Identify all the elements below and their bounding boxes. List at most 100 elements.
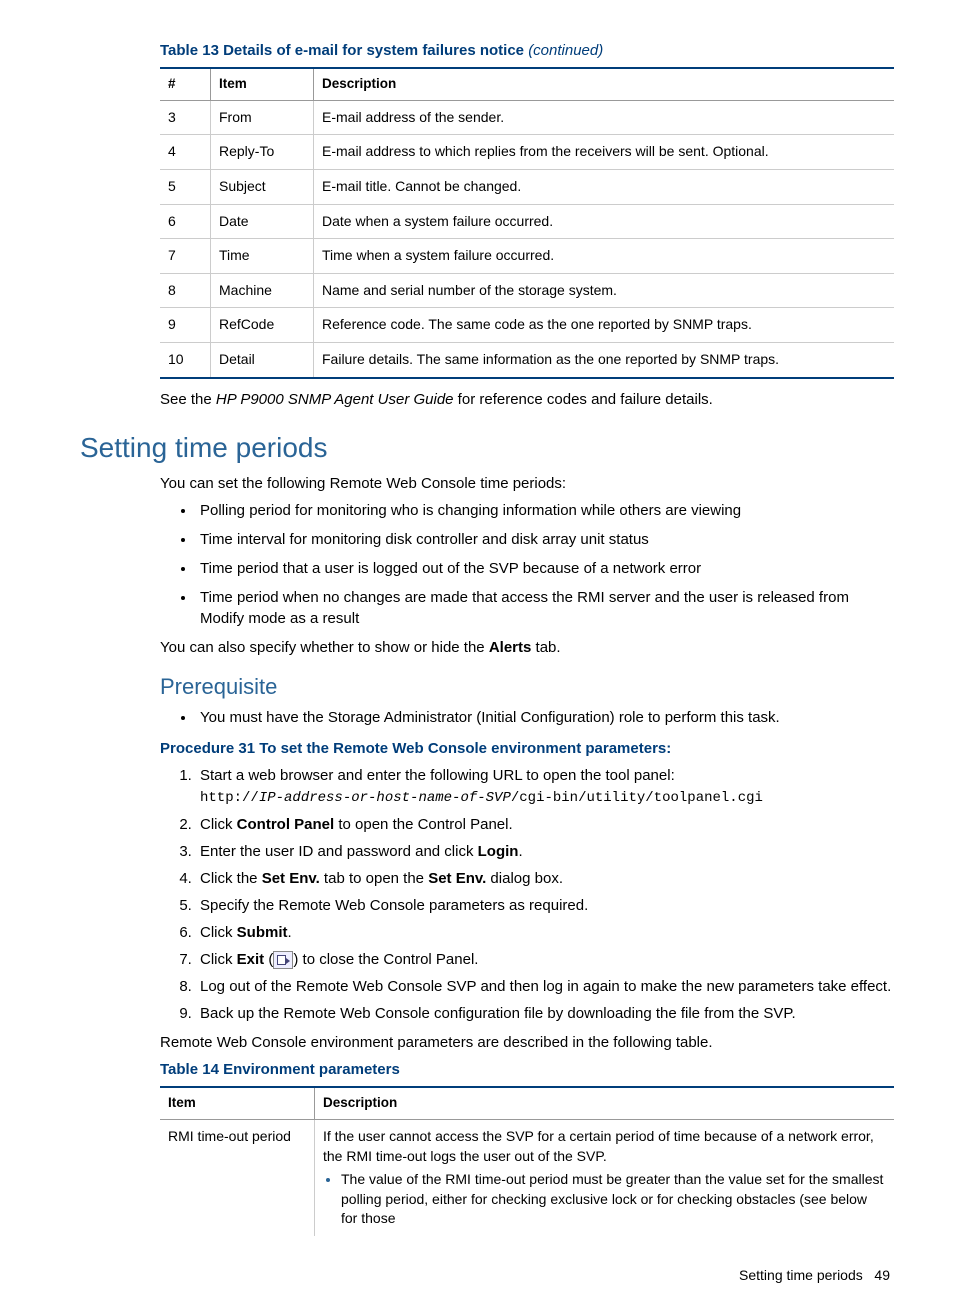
caption-text: Table 13 Details of e-mail for system fa…: [160, 42, 528, 59]
step: Log out of the Remote Web Console SVP an…: [196, 976, 894, 997]
cell: 10: [160, 343, 211, 378]
text: See the: [160, 391, 216, 408]
alerts-tab-label: Alerts: [489, 639, 532, 656]
text: Click: [200, 924, 237, 941]
list-item: The value of the RMI time-out period mus…: [341, 1170, 886, 1229]
text: tab.: [531, 639, 560, 656]
col-hash: #: [160, 68, 211, 100]
prereq-bullets: You must have the Storage Administrator …: [160, 707, 894, 728]
text: ) to close the Control Panel.: [293, 951, 478, 968]
page-number: 49: [874, 1267, 890, 1283]
cell: Name and serial number of the storage sy…: [314, 273, 895, 308]
table-row: 3FromE-mail address of the sender.: [160, 100, 894, 135]
cell: Date when a system failure occurred.: [314, 204, 895, 239]
cell: Detail: [211, 343, 314, 378]
list-item: Time period when no changes are made tha…: [196, 587, 894, 629]
guide-title: HP P9000 SNMP Agent User Guide: [216, 391, 454, 408]
cell: From: [211, 100, 314, 135]
set-env-label: Set Env.: [262, 870, 320, 887]
text: The value of the RMI time-out period mus…: [341, 1171, 883, 1226]
cell: Time: [211, 239, 314, 274]
table-row: 10DetailFailure details. The same inform…: [160, 343, 894, 378]
text: Click: [200, 816, 237, 833]
text: Click: [200, 951, 237, 968]
text: If the user cannot access the SVP for a …: [323, 1128, 874, 1164]
list-item: Polling period for monitoring who is cha…: [196, 500, 894, 521]
control-panel-label: Control Panel: [237, 816, 335, 833]
col-item: Item: [211, 68, 314, 100]
exit-icon: [273, 951, 293, 969]
table-row: 5SubjectE-mail title. Cannot be changed.: [160, 170, 894, 205]
table-row: 6DateDate when a system failure occurred…: [160, 204, 894, 239]
table-header-row: # Item Description: [160, 68, 894, 100]
cell: E-mail address to which replies from the…: [314, 135, 895, 170]
set-env-label: Set Env.: [428, 870, 486, 887]
exit-label: Exit: [237, 951, 265, 968]
table-row: RMI time-out period If the user cannot a…: [160, 1120, 894, 1236]
section-intro: You can set the following Remote Web Con…: [160, 473, 894, 494]
table13-after-text: See the HP P9000 SNMP Agent User Guide f…: [160, 389, 894, 410]
cell: 4: [160, 135, 211, 170]
footer-label: Setting time periods: [739, 1267, 863, 1283]
cell: Machine: [211, 273, 314, 308]
cell: E-mail address of the sender.: [314, 100, 895, 135]
cell: RMI time-out period: [160, 1120, 315, 1236]
table14: Item Description RMI time-out period If …: [160, 1086, 894, 1236]
text: tab to open the: [320, 870, 428, 887]
url: http://IP-address-or-host-name-of-SVP/cg…: [200, 790, 763, 806]
text: dialog box.: [486, 870, 563, 887]
procedure-steps: Start a web browser and enter the follow…: [160, 765, 894, 1025]
cell: Failure details. The same information as…: [314, 343, 895, 378]
caption-continued: (continued): [528, 42, 603, 59]
cell: Date: [211, 204, 314, 239]
cell: 9: [160, 308, 211, 343]
step: Click Submit.: [196, 922, 894, 943]
step: Click the Set Env. tab to open the Set E…: [196, 868, 894, 889]
procedure-title: Procedure 31 To set the Remote Web Conso…: [160, 738, 894, 759]
table13: # Item Description 3FromE-mail address o…: [160, 67, 894, 379]
section-bullets: Polling period for monitoring who is cha…: [160, 500, 894, 629]
table-row: 9RefCodeReference code. The same code as…: [160, 308, 894, 343]
url-var: IP-address-or-host-name-of-SVP: [259, 790, 511, 806]
col-desc: Description: [314, 68, 895, 100]
cell: 5: [160, 170, 211, 205]
text: (: [264, 951, 273, 968]
inner-bullets: The value of the RMI time-out period mus…: [323, 1170, 886, 1229]
cell: 6: [160, 204, 211, 239]
step: Start a web browser and enter the follow…: [196, 765, 894, 809]
text: You can also specify whether to show or …: [160, 639, 489, 656]
table-row: 8MachineName and serial number of the st…: [160, 273, 894, 308]
section-heading: Setting time periods: [80, 428, 894, 467]
text: Enter the user ID and password and click: [200, 843, 478, 860]
text: .: [288, 924, 292, 941]
table-header-row: Item Description: [160, 1087, 894, 1119]
login-label: Login: [478, 843, 519, 860]
procedure-after: Remote Web Console environment parameter…: [160, 1032, 894, 1053]
cell: Reply-To: [211, 135, 314, 170]
prereq-heading: Prerequisite: [160, 672, 894, 703]
cell: 3: [160, 100, 211, 135]
text: Click the: [200, 870, 262, 887]
text: Start a web browser and enter the follow…: [200, 767, 675, 784]
cell: E-mail title. Cannot be changed.: [314, 170, 895, 205]
cell: Reference code. The same code as the one…: [314, 308, 895, 343]
col-item: Item: [160, 1087, 315, 1119]
submit-label: Submit: [237, 924, 288, 941]
cell: RefCode: [211, 308, 314, 343]
cell: 7: [160, 239, 211, 274]
step: Click Exit ( ) to close the Control Panel…: [196, 949, 894, 970]
step: Back up the Remote Web Console configura…: [196, 1003, 894, 1024]
text: .: [518, 843, 522, 860]
list-item: Time period that a user is logged out of…: [196, 558, 894, 579]
cell: Time when a system failure occurred.: [314, 239, 895, 274]
section-after: You can also specify whether to show or …: [160, 637, 894, 658]
cell: If the user cannot access the SVP for a …: [315, 1120, 895, 1236]
table-row: 4Reply-ToE-mail address to which replies…: [160, 135, 894, 170]
cell: Subject: [211, 170, 314, 205]
text: http://: [200, 790, 259, 806]
table13-caption: Table 13 Details of e-mail for system fa…: [160, 40, 894, 61]
step: Enter the user ID and password and click…: [196, 841, 894, 862]
text: for reference codes and failure details.: [454, 391, 713, 408]
table-row: 7TimeTime when a system failure occurred…: [160, 239, 894, 274]
cell: 8: [160, 273, 211, 308]
